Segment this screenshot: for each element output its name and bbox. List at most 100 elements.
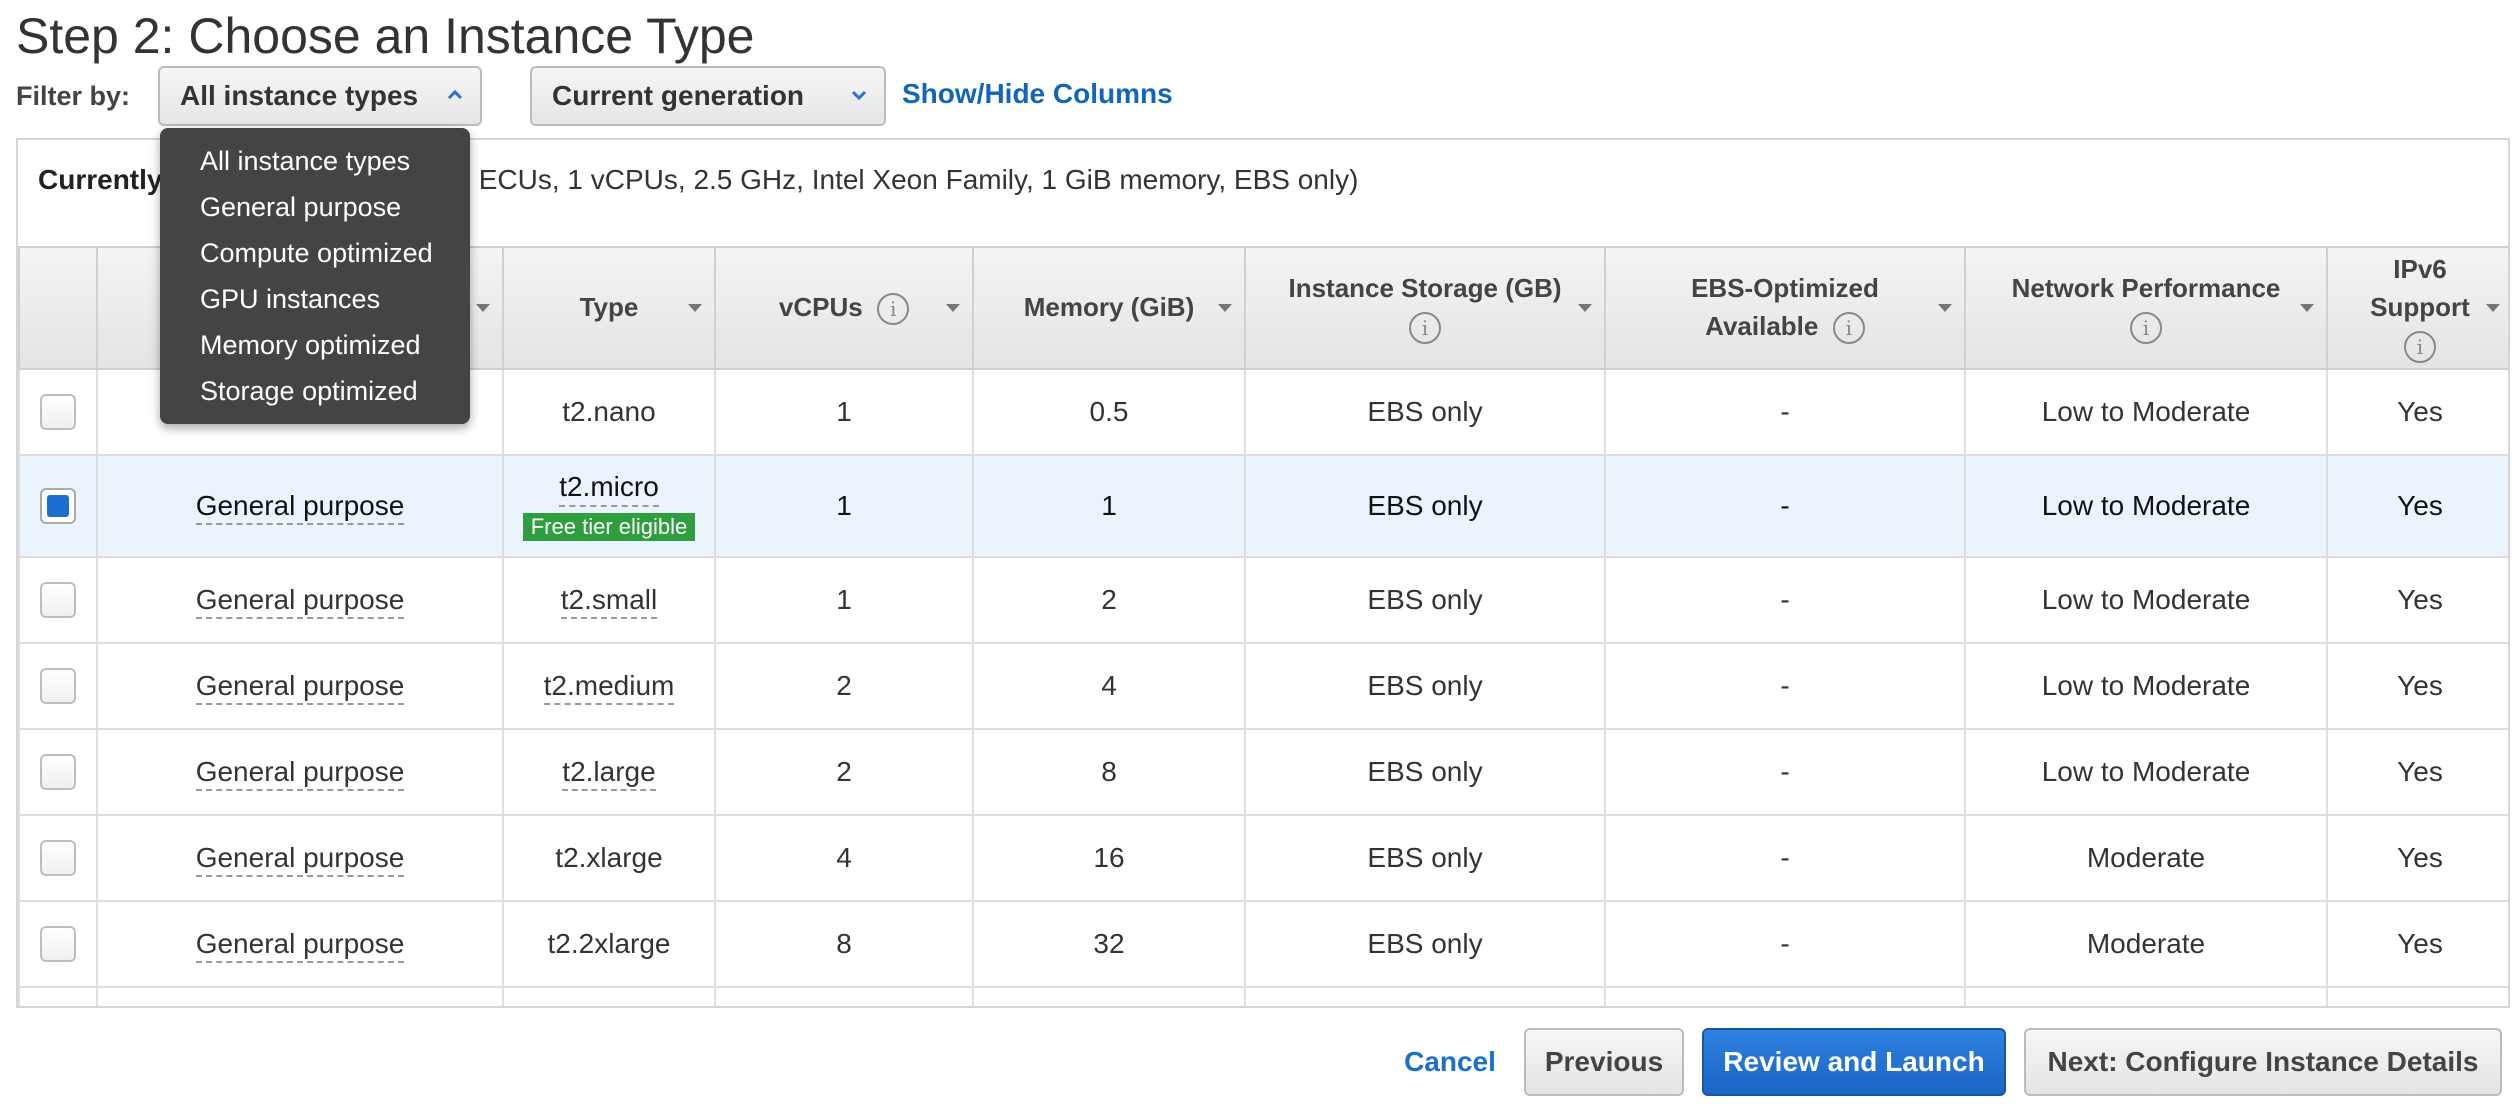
memory-cell: 8 (972, 728, 1246, 816)
memory-cell: 4 (972, 642, 1246, 730)
type-cell: t2.nano (502, 368, 716, 456)
type-cell: t2.micro (559, 471, 659, 507)
vcpus-cell: 4 (714, 814, 974, 902)
filter-label: Filter by: (16, 80, 131, 111)
generation-select[interactable]: Current generation (530, 66, 886, 126)
sort-icon (1218, 304, 1232, 312)
info-icon[interactable]: i (2130, 312, 2162, 345)
header-ebs-optimized[interactable]: EBS-Optimized Available i (1604, 246, 1966, 370)
sort-icon (2486, 304, 2500, 312)
type-cell: t2.2xlarge (502, 900, 716, 988)
row-checkbox[interactable] (40, 668, 76, 704)
table-row-selected[interactable]: General purpose t2.micro Free tier eligi… (18, 454, 2508, 558)
table-row[interactable]: General purpose t2.xlarge 4 16 EBS only … (18, 814, 2508, 902)
table-row-partial (18, 986, 2508, 1006)
sort-icon (476, 304, 490, 312)
currently-label: Currently (38, 164, 163, 195)
family-cell: General purpose (195, 584, 405, 619)
header-memory[interactable]: Memory (GiB) (972, 246, 1246, 370)
type-cell: t2.xlarge (502, 814, 716, 902)
row-checkbox[interactable] (40, 840, 76, 876)
ipv6-cell: Yes (2326, 814, 2508, 902)
ebs-cell: - (1604, 728, 1966, 816)
show-hide-columns-link[interactable]: Show/Hide Columns (902, 78, 1173, 110)
sort-icon (1578, 304, 1592, 312)
row-checkbox[interactable] (40, 754, 76, 790)
storage-cell: EBS only (1244, 642, 1606, 730)
header-network-label: Network Performance (2011, 273, 2281, 304)
dropdown-option-all[interactable]: All instance types (160, 138, 470, 184)
free-tier-badge: Free tier eligible (522, 513, 696, 541)
family-cell: General purpose (195, 756, 405, 791)
ebs-cell: - (1604, 814, 1966, 902)
header-storage[interactable]: Instance Storage (GB) i (1244, 246, 1606, 370)
table-row[interactable]: General purpose t2.2xlarge 8 32 EBS only… (18, 900, 2508, 988)
vcpus-cell: 1 (714, 454, 974, 558)
dropdown-option-compute[interactable]: Compute optimized (160, 230, 470, 276)
table-row[interactable]: General purpose t2.medium 2 4 EBS only -… (18, 642, 2508, 730)
header-network[interactable]: Network Performance i (1964, 246, 2328, 370)
network-cell: Low to Moderate (1964, 556, 2328, 644)
ipv6-cell: Yes (2326, 900, 2508, 988)
ebs-cell: - (1604, 454, 1966, 558)
network-cell: Low to Moderate (1964, 642, 2328, 730)
memory-cell: 1 (972, 454, 1246, 558)
previous-button[interactable]: Previous (1524, 1028, 1684, 1096)
instance-type-select[interactable]: All instance types (158, 66, 482, 126)
memory-cell: 2 (972, 556, 1246, 644)
header-ebs-label-2: Available (1705, 311, 1819, 341)
memory-cell: 0.5 (972, 368, 1246, 456)
chevron-up-icon (447, 89, 463, 100)
info-icon[interactable]: i (1409, 312, 1441, 345)
header-ipv6-label-2: Support (2370, 292, 2470, 323)
header-ebs-label: EBS-Optimized (1691, 273, 1879, 304)
cancel-button[interactable]: Cancel (1390, 1028, 1510, 1096)
table-row[interactable]: General purpose t2.small 1 2 EBS only - … (18, 556, 2508, 644)
sort-icon (2300, 304, 2314, 312)
ebs-cell: - (1604, 642, 1966, 730)
header-select (18, 246, 98, 370)
row-checkbox[interactable] (40, 394, 76, 430)
dropdown-option-storage[interactable]: Storage optimized (160, 368, 470, 414)
dropdown-option-memory[interactable]: Memory optimized (160, 322, 470, 368)
ebs-cell: - (1604, 900, 1966, 988)
family-cell: General purpose (195, 928, 405, 963)
header-vcpus[interactable]: vCPUs i (714, 246, 974, 370)
dropdown-option-gpu[interactable]: GPU instances (160, 276, 470, 322)
row-checkbox[interactable] (40, 582, 76, 618)
network-cell: Low to Moderate (1964, 368, 2328, 456)
info-icon[interactable]: i (1832, 312, 1865, 345)
sort-icon (688, 304, 702, 312)
sort-icon (1938, 304, 1952, 312)
header-ipv6[interactable]: IPv6 Support i (2326, 246, 2508, 370)
vcpus-cell: 1 (714, 556, 974, 644)
header-storage-label: Instance Storage (GB) (1288, 273, 1562, 304)
dropdown-option-general[interactable]: General purpose (160, 184, 470, 230)
storage-cell: EBS only (1244, 900, 1606, 988)
network-cell: Low to Moderate (1964, 728, 2328, 816)
ebs-cell: - (1604, 556, 1966, 644)
header-vcpus-label: vCPUs (778, 292, 863, 323)
row-checkbox[interactable] (40, 926, 76, 962)
storage-cell: EBS only (1244, 368, 1606, 456)
type-cell: t2.medium (543, 670, 675, 705)
sort-icon (946, 304, 960, 312)
info-icon[interactable]: i (2404, 330, 2436, 363)
ipv6-cell: Yes (2326, 642, 2508, 730)
type-cell: t2.small (560, 584, 658, 619)
ipv6-cell: Yes (2326, 728, 2508, 816)
ebs-cell: - (1604, 368, 1966, 456)
table-row[interactable]: General purpose t2.large 2 8 EBS only - … (18, 728, 2508, 816)
row-checkbox-checked[interactable] (40, 488, 76, 524)
network-cell: Moderate (1964, 814, 2328, 902)
header-type[interactable]: Type (502, 246, 716, 370)
memory-cell: 32 (972, 900, 1246, 988)
ipv6-cell: Yes (2326, 368, 2508, 456)
next-configure-instance-button[interactable]: Next: Configure Instance Details (2024, 1028, 2502, 1096)
chevron-down-icon (851, 90, 867, 101)
review-and-launch-button[interactable]: Review and Launch (1702, 1028, 2006, 1096)
network-cell: Low to Moderate (1964, 454, 2328, 558)
family-cell: General purpose (195, 670, 405, 705)
info-icon[interactable]: i (877, 293, 910, 326)
vcpus-cell: 1 (714, 368, 974, 456)
